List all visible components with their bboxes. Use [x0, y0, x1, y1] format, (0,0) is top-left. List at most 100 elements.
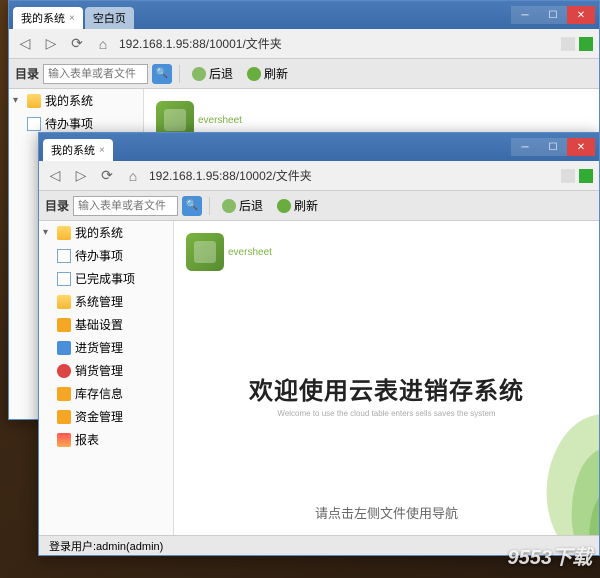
tree-item-finance[interactable]: 资金管理 — [39, 405, 173, 428]
titlebar: 我的系统 × ─ ☐ ✕ — [39, 133, 599, 161]
close-button[interactable]: ✕ — [567, 138, 595, 156]
tree-item-inventory[interactable]: 库存信息 — [39, 382, 173, 405]
welcome-subtitle: Welcome to use the cloud table enters se… — [174, 409, 599, 418]
browser-window-2: 我的系统 × ─ ☐ ✕ ◁ ▷ ⟳ ⌂ 192.168.1.95:88/100… — [38, 132, 600, 556]
favorite-icon[interactable] — [561, 37, 575, 51]
tree-item-basic[interactable]: 基础设置 — [39, 313, 173, 336]
tree-label: 已完成事项 — [75, 270, 135, 287]
close-icon[interactable]: × — [69, 13, 75, 24]
sales-icon — [57, 364, 71, 378]
finance-icon — [57, 410, 71, 424]
page-icon — [57, 249, 71, 263]
home-icon[interactable]: ⌂ — [93, 34, 113, 54]
page-icon — [27, 117, 41, 131]
tree-item-report[interactable]: 报表 — [39, 428, 173, 451]
tab-my-system[interactable]: 我的系统 × — [13, 7, 83, 29]
tree-label: 我的系统 — [75, 224, 123, 241]
back-icon[interactable]: ◁ — [45, 166, 65, 186]
app-toolbar: 目录 🔍 后退 刷新 — [9, 59, 599, 89]
tree-item-todo[interactable]: 待办事项 — [39, 244, 173, 267]
search-button[interactable]: 🔍 — [182, 196, 202, 216]
address-bar: ◁ ▷ ⟳ ⌂ 192.168.1.95:88/10002/文件夹 — [39, 161, 599, 191]
tree-root[interactable]: ▾ 我的系统 — [9, 89, 143, 112]
tree-label: 待办事项 — [75, 247, 123, 264]
favorite-icon[interactable] — [561, 169, 575, 183]
tree-item-done[interactable]: 已完成事项 — [39, 267, 173, 290]
back-icon — [192, 67, 206, 81]
app-toolbar: 目录 🔍 后退 刷新 — [39, 191, 599, 221]
refresh-icon — [247, 67, 261, 81]
refresh-button[interactable]: 刷新 — [242, 63, 293, 84]
welcome-area: 欢迎使用云表进销存系统 Welcome to use the cloud tab… — [174, 371, 599, 522]
search-input[interactable] — [43, 64, 148, 84]
main-content: eversheet 欢迎使用云表进销存系统 Welcome to use the… — [174, 221, 599, 555]
settings-icon — [57, 318, 71, 332]
tree-label: 系统管理 — [75, 293, 123, 310]
folder-icon — [57, 295, 71, 309]
tree-item-sales[interactable]: 销货管理 — [39, 359, 173, 382]
maximize-button[interactable]: ☐ — [539, 6, 567, 24]
address-bar: ◁ ▷ ⟳ ⌂ 192.168.1.95:88/10001/文件夹 — [9, 29, 599, 59]
page-icon — [57, 272, 71, 286]
maximize-button[interactable]: ☐ — [539, 138, 567, 156]
tab-label: 我的系统 — [51, 142, 95, 158]
url-text[interactable]: 192.168.1.95:88/10001/文件夹 — [119, 35, 555, 52]
minimize-button[interactable]: ─ — [511, 138, 539, 156]
chart-icon — [57, 433, 71, 447]
back-icon[interactable]: ◁ — [15, 34, 35, 54]
search-input[interactable] — [73, 196, 178, 216]
reload-icon[interactable]: ⟳ — [97, 166, 117, 186]
catalog-label: 目录 — [15, 65, 39, 82]
back-label: 后退 — [239, 197, 263, 214]
tree-label: 我的系统 — [45, 92, 93, 109]
tab-label: 我的系统 — [21, 10, 65, 26]
tree-root[interactable]: ▾ 我的系统 — [39, 221, 173, 244]
window-controls: ─ ☐ ✕ — [511, 6, 595, 24]
tabs-area: 我的系统 × — [43, 133, 511, 161]
back-label: 后退 — [209, 65, 233, 82]
refresh-button[interactable]: 刷新 — [272, 195, 323, 216]
url-text[interactable]: 192.168.1.95:88/10002/文件夹 — [149, 167, 555, 184]
tree-item-purchase[interactable]: 进货管理 — [39, 336, 173, 359]
back-button[interactable]: 后退 — [217, 195, 268, 216]
tree-label: 基础设置 — [75, 316, 123, 333]
welcome-title: 欢迎使用云表进销存系统 — [174, 371, 599, 406]
logo: eversheet — [186, 233, 587, 271]
back-icon — [222, 199, 236, 213]
tab-my-system[interactable]: 我的系统 × — [43, 139, 113, 161]
tree-label: 进货管理 — [75, 339, 123, 356]
close-icon[interactable]: × — [99, 145, 105, 156]
extension-icon[interactable] — [579, 169, 593, 183]
tree-item-system[interactable]: 系统管理 — [39, 290, 173, 313]
search-button[interactable]: 🔍 — [152, 64, 172, 84]
forward-icon[interactable]: ▷ — [41, 34, 61, 54]
purchase-icon — [57, 341, 71, 355]
tab-blank[interactable]: 空白页 — [85, 7, 134, 29]
close-button[interactable]: ✕ — [567, 6, 595, 24]
status-text: 登录用户:admin(admin) — [49, 538, 163, 554]
collapse-icon[interactable]: ▾ — [13, 95, 23, 106]
tree-label: 销货管理 — [75, 362, 123, 379]
logo-text: eversheet — [228, 247, 272, 258]
window-controls: ─ ☐ ✕ — [511, 138, 595, 156]
folder-icon — [57, 226, 71, 240]
sidebar: ▾ 我的系统 待办事项 已完成事项 系统管理 基础设置 — [39, 221, 174, 555]
logo-text: eversheet — [198, 115, 242, 126]
separator — [209, 197, 210, 215]
tab-label: 空白页 — [93, 10, 126, 26]
back-button[interactable]: 后退 — [187, 63, 238, 84]
reload-icon[interactable]: ⟳ — [67, 34, 87, 54]
tree-label: 库存信息 — [75, 385, 123, 402]
extension-icon[interactable] — [579, 37, 593, 51]
forward-icon[interactable]: ▷ — [71, 166, 91, 186]
tree-label: 资金管理 — [75, 408, 123, 425]
minimize-button[interactable]: ─ — [511, 6, 539, 24]
folder-icon — [27, 94, 41, 108]
tabs-area: 我的系统 × 空白页 — [13, 1, 511, 29]
refresh-label: 刷新 — [294, 197, 318, 214]
collapse-icon[interactable]: ▾ — [43, 227, 53, 238]
catalog-label: 目录 — [45, 197, 69, 214]
titlebar: 我的系统 × 空白页 ─ ☐ ✕ — [9, 1, 599, 29]
home-icon[interactable]: ⌂ — [123, 166, 143, 186]
tree-label: 待办事项 — [45, 115, 93, 132]
